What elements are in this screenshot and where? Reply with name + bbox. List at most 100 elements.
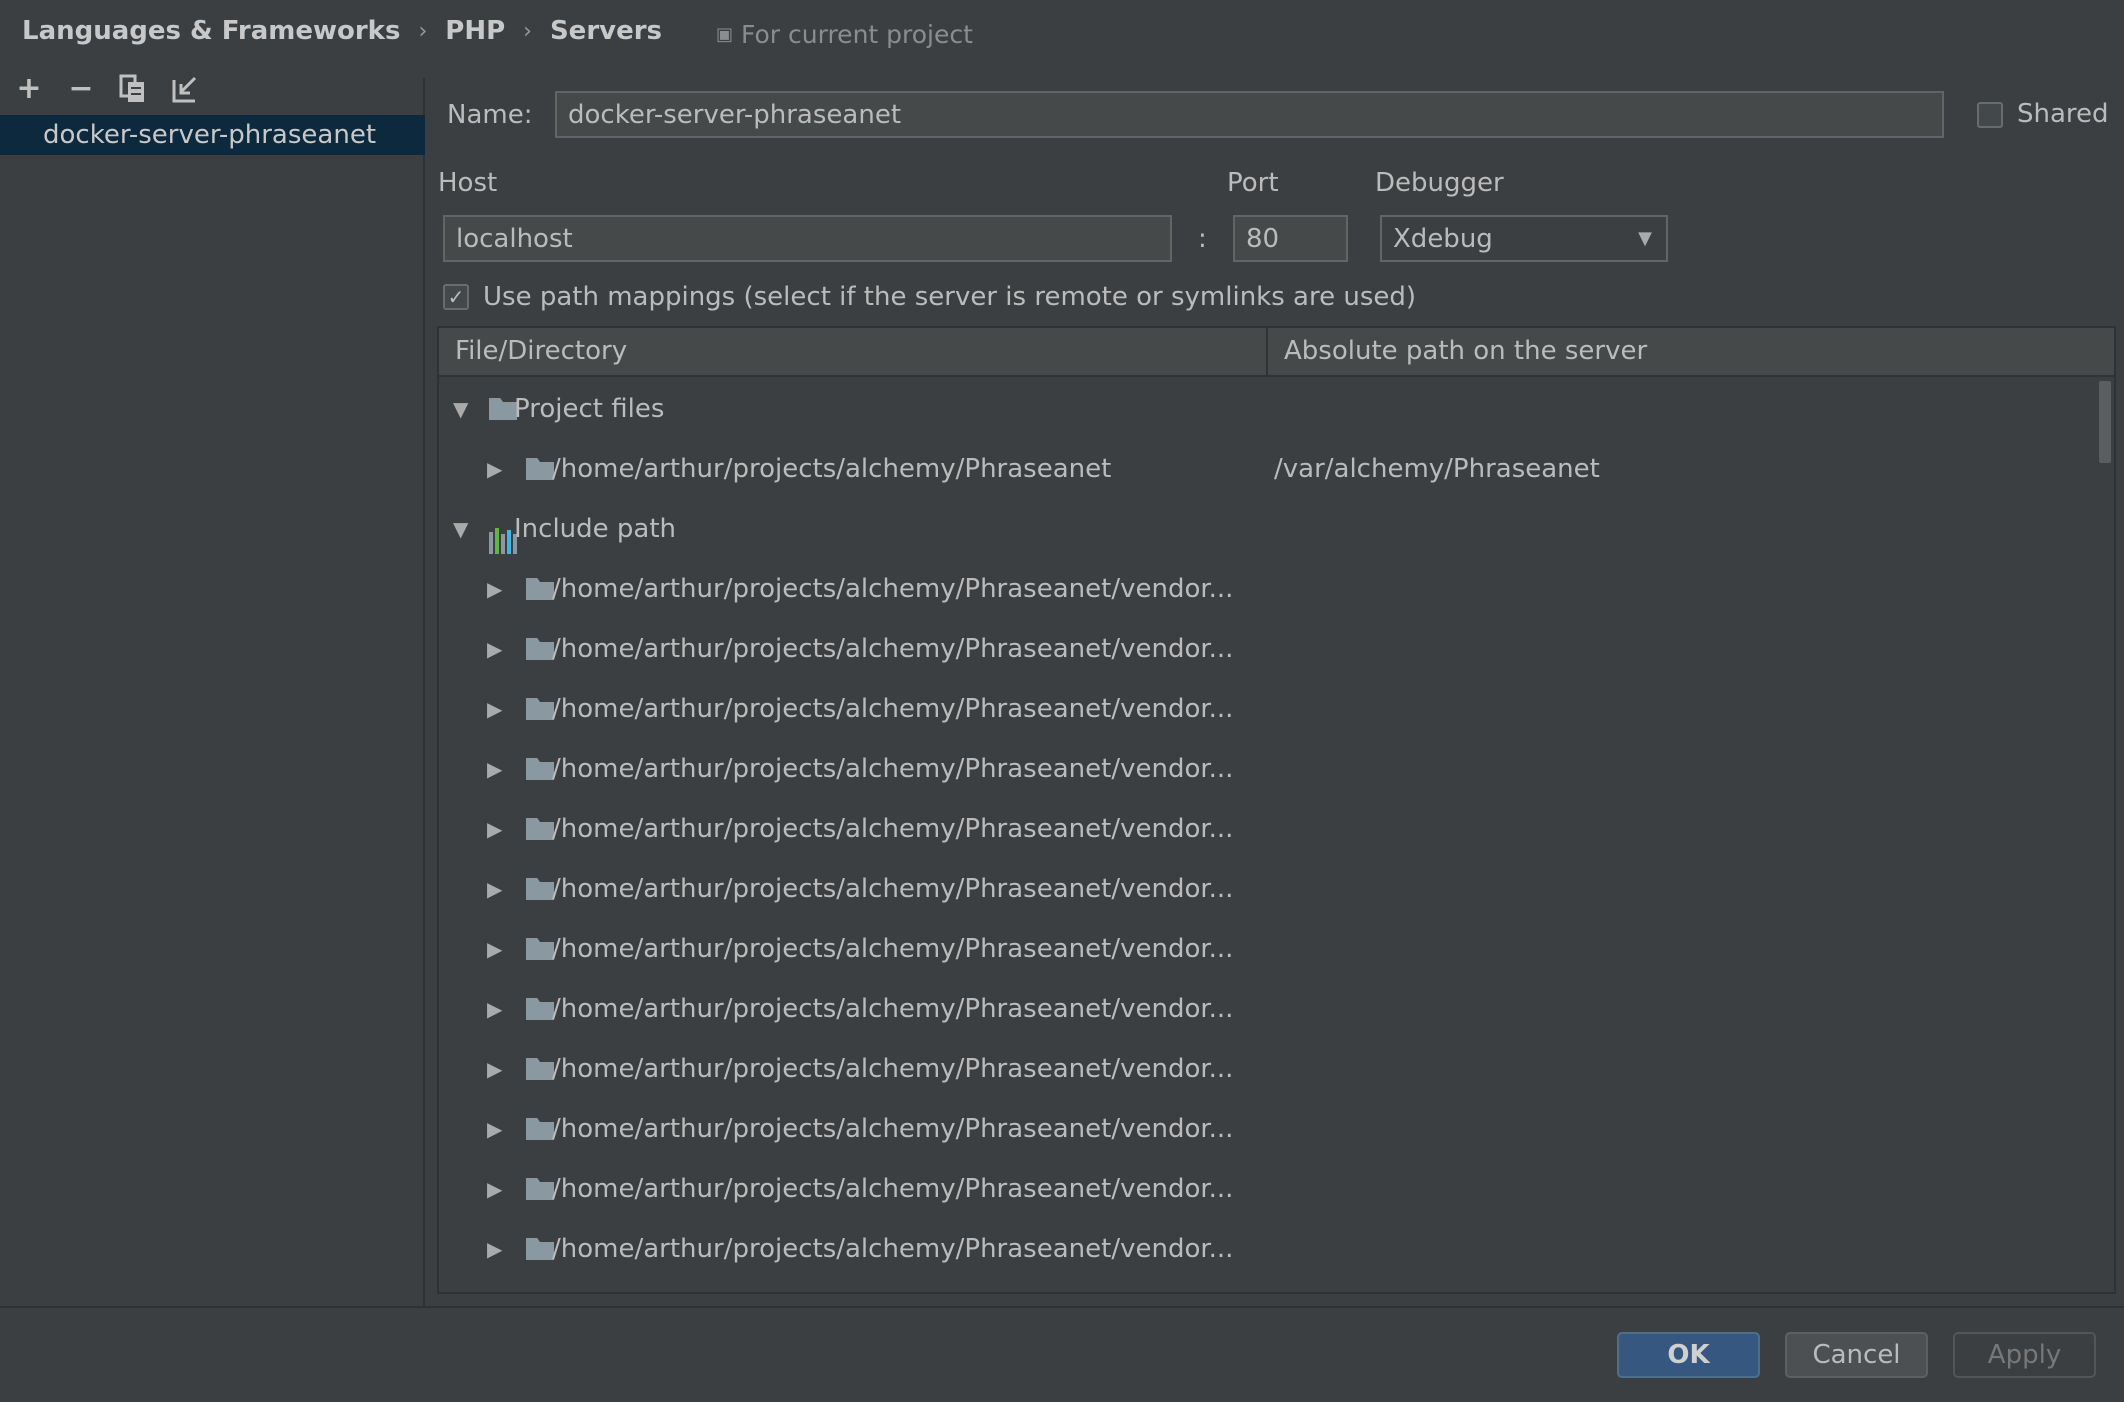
file-path: /home/arthur/projects/alchemy/Phraseanet… [552,1234,1234,1264]
folder-icon [526,638,554,660]
collapsed-arrow-icon[interactable]: ▶ [487,1159,502,1219]
folder-icon [526,878,554,900]
debugger-label: Debugger [1375,168,1504,198]
tree-row-mapping[interactable]: ▶ /home/arthur/projects/alchemy/Phraseane… [439,439,2089,499]
file-path: /home/arthur/projects/alchemy/Phraseanet… [552,1054,1234,1084]
file-path: /home/arthur/projects/alchemy/Phraseanet [552,454,1112,484]
file-path: /home/arthur/projects/alchemy/Phraseanet… [552,694,1234,724]
folder-icon [526,758,554,780]
apply-button[interactable]: Apply [1953,1332,2096,1378]
copy-icon[interactable] [118,74,148,104]
server-list-panel [0,78,425,1308]
cancel-button[interactable]: Cancel [1785,1332,1928,1378]
ok-button[interactable]: OK [1617,1332,1760,1378]
shared-checkbox[interactable] [1977,102,2003,128]
name-label: Name: [447,100,533,130]
collapsed-arrow-icon[interactable]: ▶ [487,799,502,859]
file-path: /home/arthur/projects/alchemy/Phraseanet… [552,1174,1234,1204]
collapsed-arrow-icon[interactable]: ▶ [487,739,502,799]
name-input[interactable]: docker-server-phraseanet [555,91,1944,138]
folder-icon [526,1118,554,1140]
path-mappings-table: File/Directory Absolute path on the serv… [437,326,2116,1294]
tree-row-mapping[interactable]: ▶ /home/arthur/projects/alchemy/Phraseane… [439,859,2089,919]
server-list-toolbar: + − [14,74,200,104]
folder-icon [526,818,554,840]
collapsed-arrow-icon[interactable]: ▶ [487,1219,502,1279]
tree-row-mapping[interactable]: ▶ /home/arthur/projects/alchemy/Phraseane… [439,979,2089,1039]
file-path: /home/arthur/projects/alchemy/Phraseanet… [552,814,1234,844]
host-input[interactable]: localhost [443,215,1172,262]
footer-divider [0,1306,2124,1308]
folder-icon [526,1178,554,1200]
tree-row-mapping[interactable]: ▶ /home/arthur/projects/alchemy/Phraseane… [439,919,2089,979]
host-label: Host [438,168,498,198]
port-label: Port [1227,168,1279,198]
port-input[interactable]: 80 [1233,215,1348,262]
breadcrumb-item[interactable]: PHP [445,16,505,46]
tree-row-mapping[interactable]: ▶ /home/arthur/projects/alchemy/Phraseane… [439,1039,2089,1099]
tree-row-mapping[interactable]: ▶ /home/arthur/projects/alchemy/Phraseane… [439,739,2089,799]
tree-row-group[interactable]: ▼ Project files [439,379,2089,439]
expanded-arrow-icon[interactable]: ▼ [453,379,468,439]
debugger-value: Xdebug [1393,223,1493,254]
file-path: /home/arthur/projects/alchemy/Phraseanet… [552,1114,1234,1144]
tree-row-mapping[interactable]: ▶ /home/arthur/projects/alchemy/Phraseane… [439,559,2089,619]
tree-row-mapping[interactable]: ▶ /home/arthur/projects/alchemy/Phraseane… [439,619,2089,679]
folder-icon [526,458,554,480]
breadcrumb-separator: › [418,18,428,44]
collapsed-arrow-icon[interactable]: ▶ [487,619,502,679]
path-mappings-label: Use path mappings (select if the server … [483,282,1417,312]
file-path: /home/arthur/projects/alchemy/Phraseanet… [552,934,1234,964]
column-header-server-path[interactable]: Absolute path on the server [1268,328,1647,375]
folder-icon [526,938,554,960]
folder-icon [526,998,554,1020]
file-path: /home/arthur/projects/alchemy/Phraseanet… [552,754,1234,784]
tree-row-group[interactable]: ▼ Include path [439,499,2089,559]
tree-row-mapping[interactable]: ▶ /home/arthur/projects/alchemy/Phraseane… [439,1099,2089,1159]
collapsed-arrow-icon[interactable]: ▶ [487,1039,502,1099]
file-path: /home/arthur/projects/alchemy/Phraseanet… [552,994,1234,1024]
tree-row-mapping[interactable]: ▶ /home/arthur/projects/alchemy/Phraseane… [439,1159,2089,1219]
scrollbar-thumb[interactable] [2099,381,2111,463]
file-path: /home/arthur/projects/alchemy/Phraseanet… [552,874,1234,904]
host-port-separator: : [1198,224,1207,254]
scope-label: For current project [741,20,973,49]
collapsed-arrow-icon[interactable]: ▶ [487,979,502,1039]
breadcrumb-item[interactable]: Languages & Frameworks [22,16,400,46]
folder-icon [526,578,554,600]
vertical-scrollbar[interactable] [2096,377,2114,1292]
server-list-item[interactable]: docker-server-phraseanet [0,115,425,155]
file-path: Project files [514,394,665,424]
collapsed-arrow-icon[interactable]: ▶ [487,439,502,499]
path-mappings-checkbox[interactable]: ✓ [443,284,469,310]
import-icon[interactable] [170,74,200,104]
collapsed-arrow-icon[interactable]: ▶ [487,679,502,739]
expanded-arrow-icon[interactable]: ▼ [453,499,468,559]
breadcrumb: Languages & Frameworks › PHP › Servers [22,16,662,46]
folder-icon [526,698,554,720]
debugger-select[interactable]: Xdebug ▼ [1380,215,1668,262]
collapsed-arrow-icon[interactable]: ▶ [487,919,502,979]
column-header-file-directory[interactable]: File/Directory [439,328,1268,375]
table-header: File/Directory Absolute path on the serv… [439,328,2114,377]
collapsed-arrow-icon[interactable]: ▶ [487,559,502,619]
checkmark-icon: ✓ [447,285,465,309]
collapsed-arrow-icon[interactable]: ▶ [487,1099,502,1159]
collapsed-arrow-icon[interactable]: ▶ [487,859,502,919]
tree-row-mapping[interactable]: ▶ /home/arthur/projects/alchemy/Phraseane… [439,799,2089,859]
folder-icon [526,1058,554,1080]
tree-row-mapping[interactable]: ▶ /home/arthur/projects/alchemy/Phraseane… [439,1219,2089,1279]
file-path: /home/arthur/projects/alchemy/Phraseanet… [552,634,1234,664]
breadcrumb-separator: › [523,18,532,44]
breadcrumb-item: Servers [549,16,663,46]
file-path: Include path [514,514,677,544]
folder-icon [526,1238,554,1260]
folder-icon [489,398,517,420]
add-icon[interactable]: + [14,74,44,104]
shared-label: Shared [2017,99,2109,129]
tree-row-mapping[interactable]: ▶ /home/arthur/projects/alchemy/Phraseane… [439,679,2089,739]
file-path: /home/arthur/projects/alchemy/Phraseanet… [552,574,1234,604]
remove-icon[interactable]: − [66,74,96,104]
server-path[interactable]: /var/alchemy/Phraseanet [1274,439,1600,499]
scope-indicator: ▣ For current project [716,20,973,49]
